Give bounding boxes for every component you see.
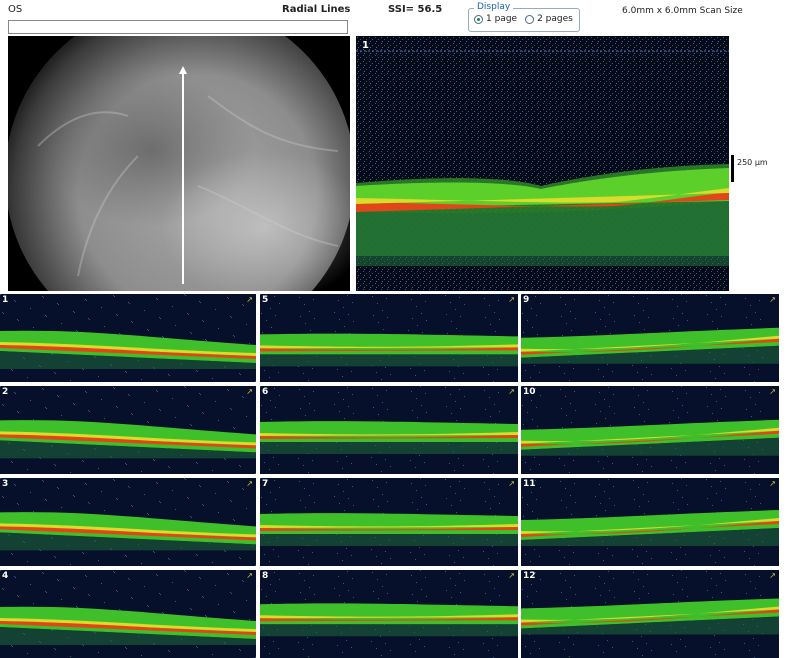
thumbnail-number: 7 (262, 479, 269, 489)
bscan-thumbnail-svg (260, 386, 518, 474)
display-legend: Display (474, 2, 514, 12)
bscan-thumbnail[interactable]: 6 ↗ (260, 386, 518, 474)
ssi-value: SSI= 56.5 (388, 4, 443, 15)
bscan-thumbnail-grid: 1 ↗ 2 ↗ 3 ↗ 4 ↗ 5 ↗ 6 ↗ 7 ↗ 8 ↗ 9 ↗ 10 ↗ 11 ↗ 12 ↗ (0, 294, 779, 658)
thumbnail-number: 4 (2, 571, 9, 581)
scale-label: 250 µm (737, 158, 768, 167)
thumbnail-number: 5 (262, 295, 269, 305)
bscan-thumbnail-svg (0, 386, 256, 474)
display-option-label: 1 page (486, 14, 518, 24)
scan-direction-arrow-icon: ↗ (508, 479, 515, 488)
bscan-thumbnail-svg (260, 570, 518, 658)
scale-bar (731, 155, 734, 182)
eye-label: OS (8, 4, 23, 15)
scan-size-label: 6.0mm x 6.0mm Scan Size (622, 6, 743, 16)
bscan-thumbnail-svg (0, 570, 256, 658)
bscan-thumbnail[interactable]: 12 ↗ (521, 570, 779, 658)
bscan-thumbnail[interactable]: 10 ↗ (521, 386, 779, 474)
scan-direction-arrow-icon: ↗ (246, 479, 253, 488)
bscan-thumbnail-svg (521, 294, 779, 382)
thumbnail-number: 3 (2, 479, 9, 489)
scan-pattern-label: Radial Lines (282, 4, 351, 15)
bscan-thumbnail[interactable]: 2 ↗ (0, 386, 256, 474)
radio-selected-icon (474, 14, 483, 24)
scan-direction-arrow-icon: ↗ (769, 295, 776, 304)
thumbnail-number: 6 (262, 387, 269, 397)
bscan-thumbnail-svg (260, 294, 518, 382)
thumbnail-number: 8 (262, 571, 269, 581)
scan-direction-arrow-icon: ↗ (246, 387, 253, 396)
bscan-thumbnail-svg (0, 478, 256, 566)
scan-direction-arrow-icon: ↗ (246, 571, 253, 580)
scan-direction-arrow-icon: ↗ (769, 479, 776, 488)
bscan-thumbnail[interactable]: 4 ↗ (0, 570, 256, 658)
display-options: 1 page 2 pages (474, 14, 573, 24)
scan-direction-arrow-icon: ↗ (508, 571, 515, 580)
bscan-thumbnail[interactable]: 8 ↗ (260, 570, 518, 658)
thumbnail-number: 1 (2, 295, 9, 305)
bscan-thumbnail-svg (260, 478, 518, 566)
bscan-thumbnail[interactable]: 9 ↗ (521, 294, 779, 382)
fundus-image[interactable] (8, 36, 350, 291)
main-bscan-svg (356, 36, 729, 291)
radio-unselected-icon (525, 14, 535, 24)
scan-direction-arrow-icon: ↗ (508, 387, 515, 396)
scan-number: 1 (362, 40, 369, 51)
scan-direction-arrow-icon: ↗ (769, 387, 776, 396)
bscan-thumbnail-svg (521, 570, 779, 658)
bscan-thumbnail[interactable]: 11 ↗ (521, 478, 779, 566)
thumbnail-number: 10 (523, 387, 536, 397)
scan-direction-arrow-icon: ↗ (508, 295, 515, 304)
display-2-pages-radio[interactable]: 2 pages (525, 14, 573, 24)
scan-direction-arrow-icon: ↗ (246, 295, 253, 304)
bscan-thumbnail-svg (521, 478, 779, 566)
comment-field[interactable] (8, 20, 348, 34)
main-bscan[interactable]: 1 (356, 36, 729, 291)
bscan-thumbnail[interactable]: 5 ↗ (260, 294, 518, 382)
display-option-label: 2 pages (537, 14, 573, 24)
bscan-thumbnail[interactable]: 3 ↗ (0, 478, 256, 566)
thumbnail-number: 12 (523, 571, 536, 581)
scan-direction-arrow-icon: ↗ (769, 571, 776, 580)
bscan-thumbnail[interactable]: 7 ↗ (260, 478, 518, 566)
display-1-page-radio[interactable]: 1 page (474, 14, 517, 24)
thumbnail-number: 9 (523, 295, 530, 305)
bscan-thumbnail-svg (521, 386, 779, 474)
bscan-thumbnail-svg (0, 294, 256, 382)
thumbnail-number: 11 (523, 479, 536, 489)
thumbnail-number: 2 (2, 387, 9, 397)
bscan-thumbnail[interactable]: 1 ↗ (0, 294, 256, 382)
